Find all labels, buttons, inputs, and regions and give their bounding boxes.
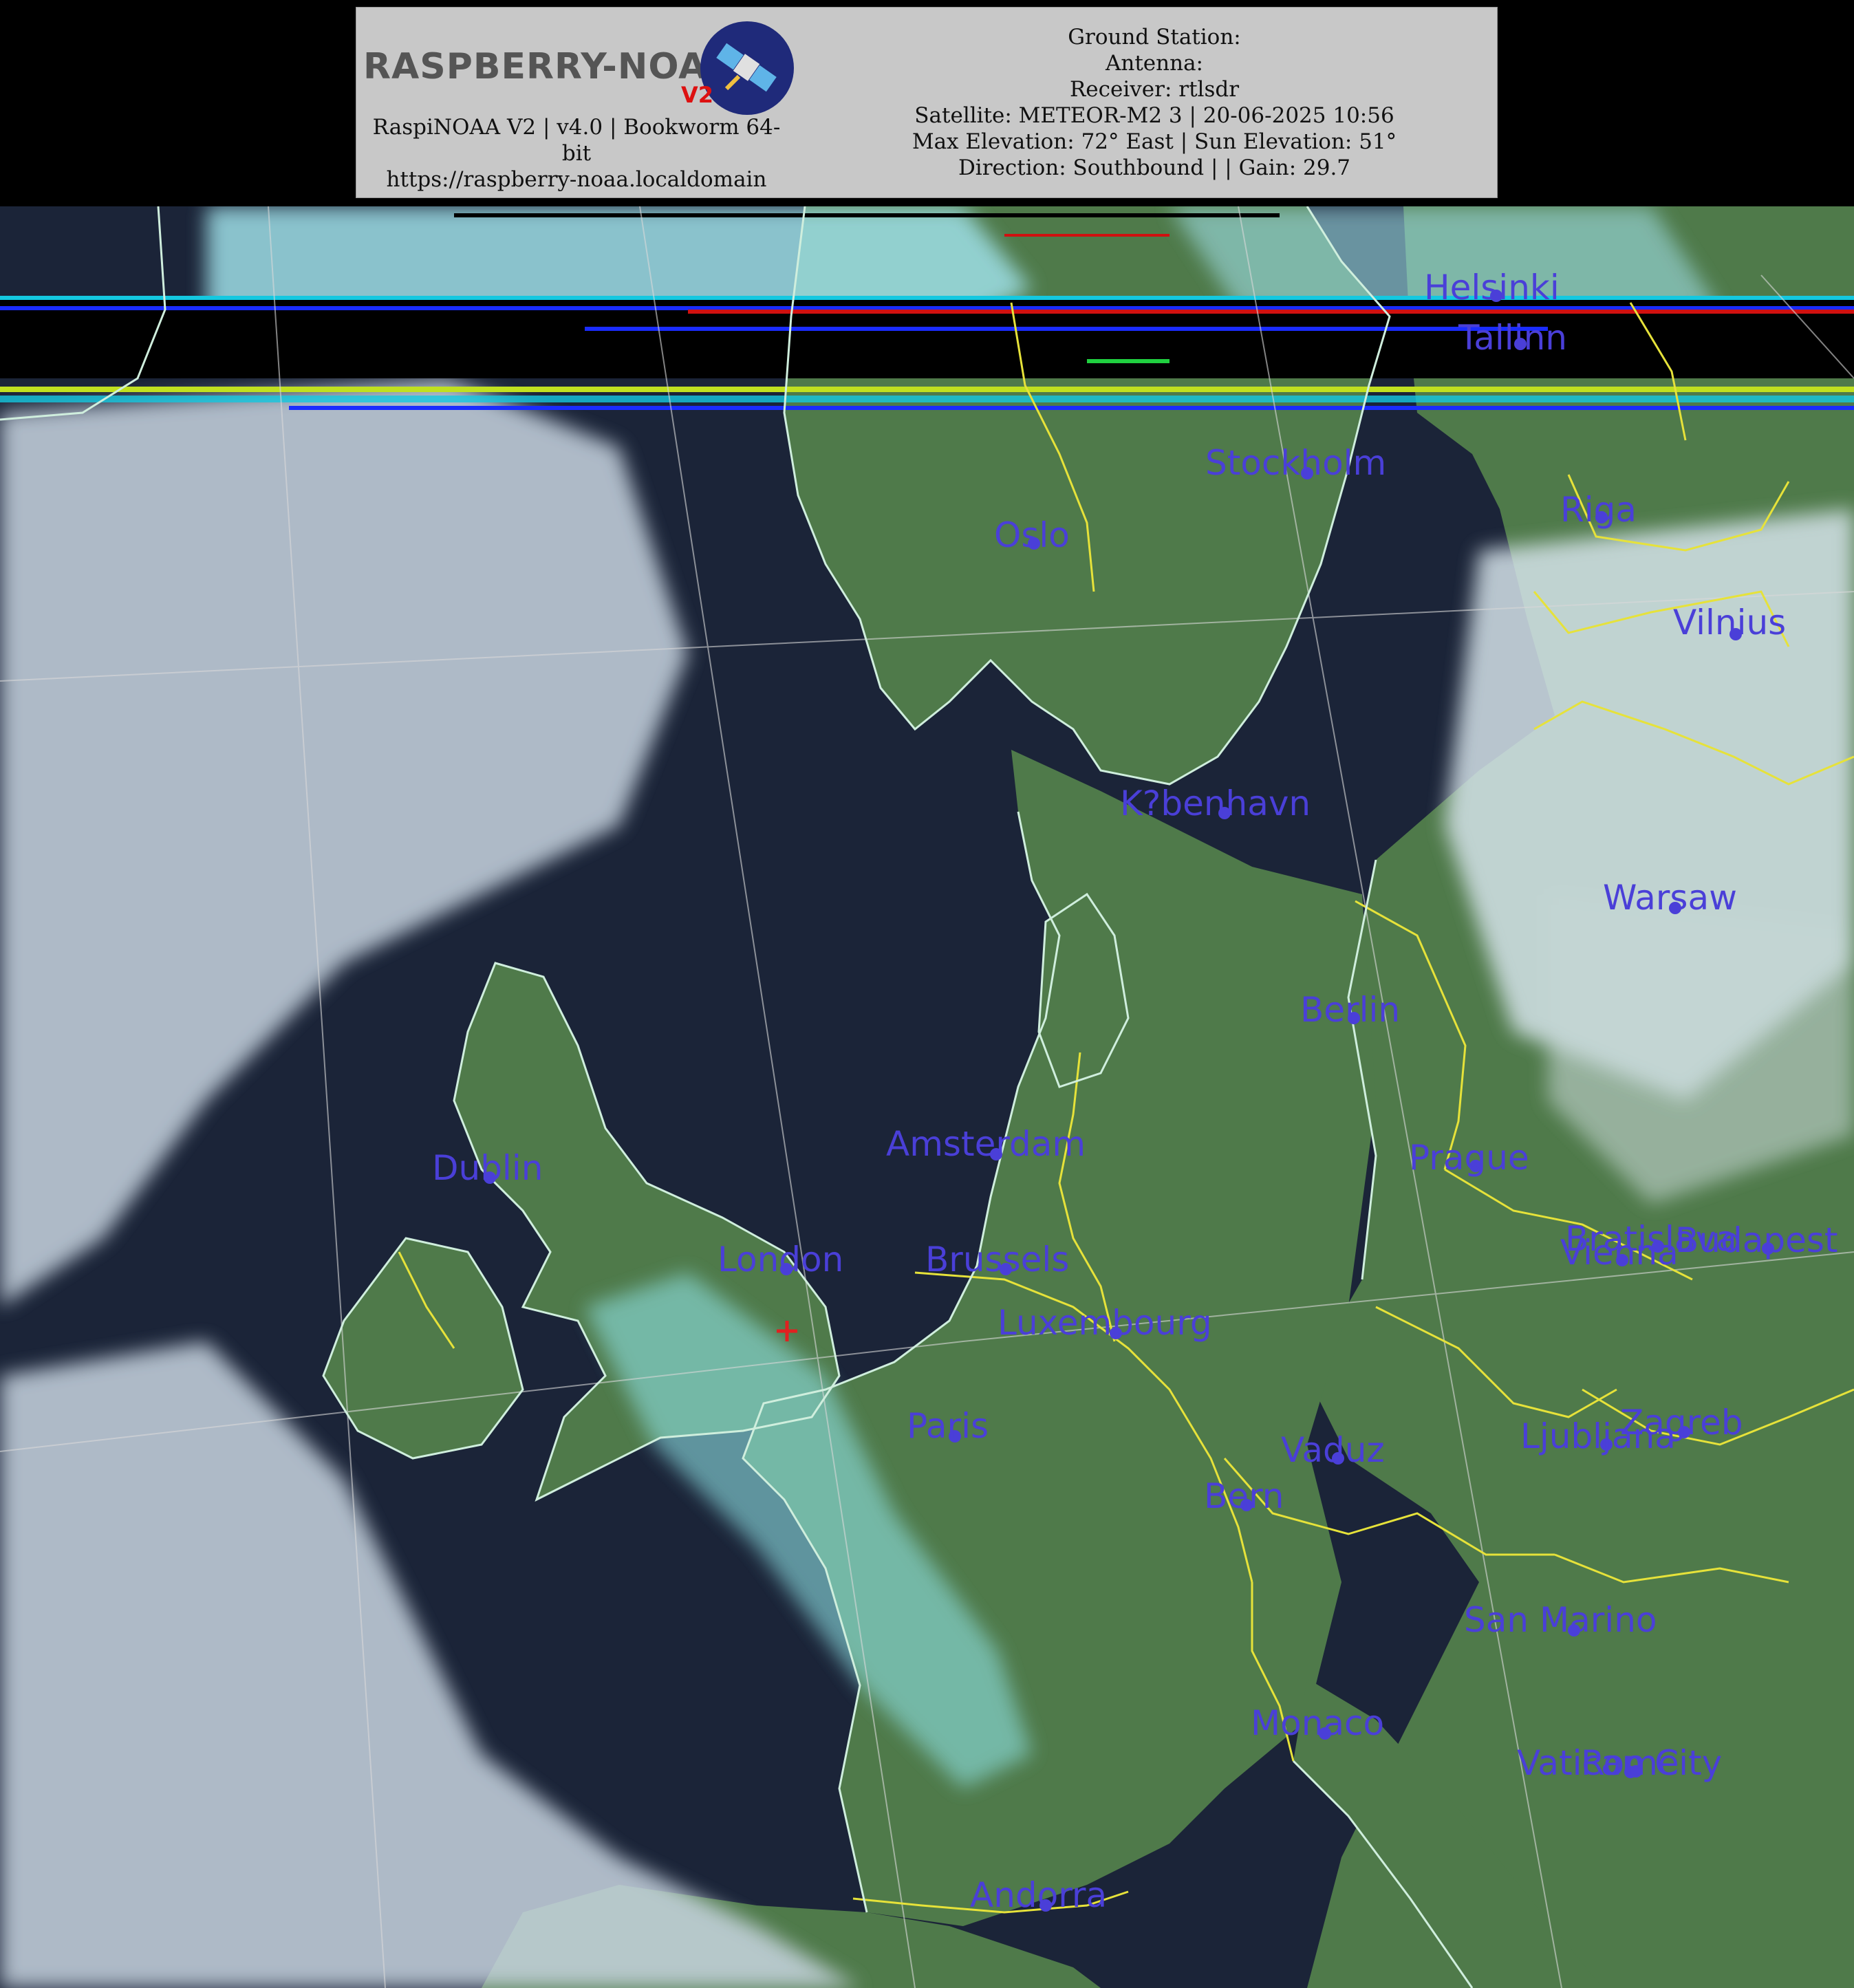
satellite-map: Helsinki Tallinn Stockholm Riga Oslo Vilnius K… bbox=[0, 206, 1854, 1988]
city-label-san-marino: San Marino bbox=[1464, 1600, 1657, 1640]
city-label-berlin: Berlin bbox=[1300, 990, 1400, 1030]
city-label-tallinn: Tallinn bbox=[1458, 318, 1567, 358]
ground-station: Ground Station: bbox=[1068, 25, 1241, 50]
antenna: Antenna: bbox=[1105, 51, 1203, 76]
city-label-rome: Rome bbox=[1581, 1743, 1679, 1783]
city-label-oslo: Oslo bbox=[994, 515, 1070, 555]
city-label-vilnius: Vilnius bbox=[1673, 603, 1786, 642]
city-label-stockholm: Stockholm bbox=[1205, 443, 1386, 483]
pass-info-panel: RASPBERRY-NOAA V2 RaspiNOAA V2 | v4.0 | … bbox=[356, 7, 1498, 198]
city-label-amsterdam: Amsterdam bbox=[886, 1124, 1086, 1164]
city-label-luxembourg: Luxembourg bbox=[998, 1303, 1212, 1343]
city-label-helsinki: Helsinki bbox=[1424, 268, 1560, 307]
city-label-riga: Riga bbox=[1560, 490, 1637, 530]
satellite-timestamp: Satellite: METEOR-M2 3 | 20-06-2025 10:5… bbox=[914, 103, 1394, 128]
city-label-prague: Prague bbox=[1409, 1138, 1529, 1178]
city-label-brussels: Brussels bbox=[925, 1240, 1069, 1279]
city-label-monaco: Monaco bbox=[1251, 1703, 1384, 1743]
city-label-dublin: Dublin bbox=[432, 1148, 543, 1188]
software-version: RaspiNOAA V2 | v4.0 | Bookworm 64- bbox=[372, 115, 781, 140]
receiver: Receiver: rtlsdr bbox=[1069, 77, 1240, 102]
station-url: https://raspberry-noaa.localdomain bbox=[386, 167, 767, 192]
logo-version: V2 bbox=[681, 82, 714, 108]
software-info: RaspiNOAA V2 | v4.0 | Bookworm 64- bit h… bbox=[356, 114, 797, 193]
city-label-vaduz: Vaduz bbox=[1281, 1430, 1385, 1470]
city-label-warsaw: Warsaw bbox=[1603, 878, 1737, 918]
pass-details: Ground Station: Antenna: Receiver: rtlsd… bbox=[831, 24, 1478, 181]
direction-gain: Direction: Southbound | | Gain: 29.7 bbox=[958, 155, 1351, 180]
city-label-bern: Bern bbox=[1204, 1476, 1284, 1516]
city-label-zagreb: Zagreb bbox=[1620, 1403, 1743, 1443]
city-label-london: London bbox=[718, 1240, 843, 1279]
europe-composite-image: Helsinki Tallinn Stockholm Riga Oslo Vilnius K… bbox=[0, 206, 1854, 1988]
raspberry-noaa-logo: RASPBERRY-NOAA V2 bbox=[363, 13, 804, 116]
city-label-budapest: Budapest bbox=[1675, 1220, 1838, 1260]
elevation-info: Max Elevation: 72° East | Sun Elevation:… bbox=[912, 129, 1397, 154]
software-version-cont: bit bbox=[561, 141, 592, 166]
city-label-paris: Paris bbox=[907, 1406, 989, 1446]
city-label-andorra: Andorra bbox=[970, 1875, 1107, 1915]
city-label-k-benhavn: K?benhavn bbox=[1120, 784, 1311, 823]
logo-wordmark: RASPBERRY-NOAA bbox=[363, 46, 735, 87]
